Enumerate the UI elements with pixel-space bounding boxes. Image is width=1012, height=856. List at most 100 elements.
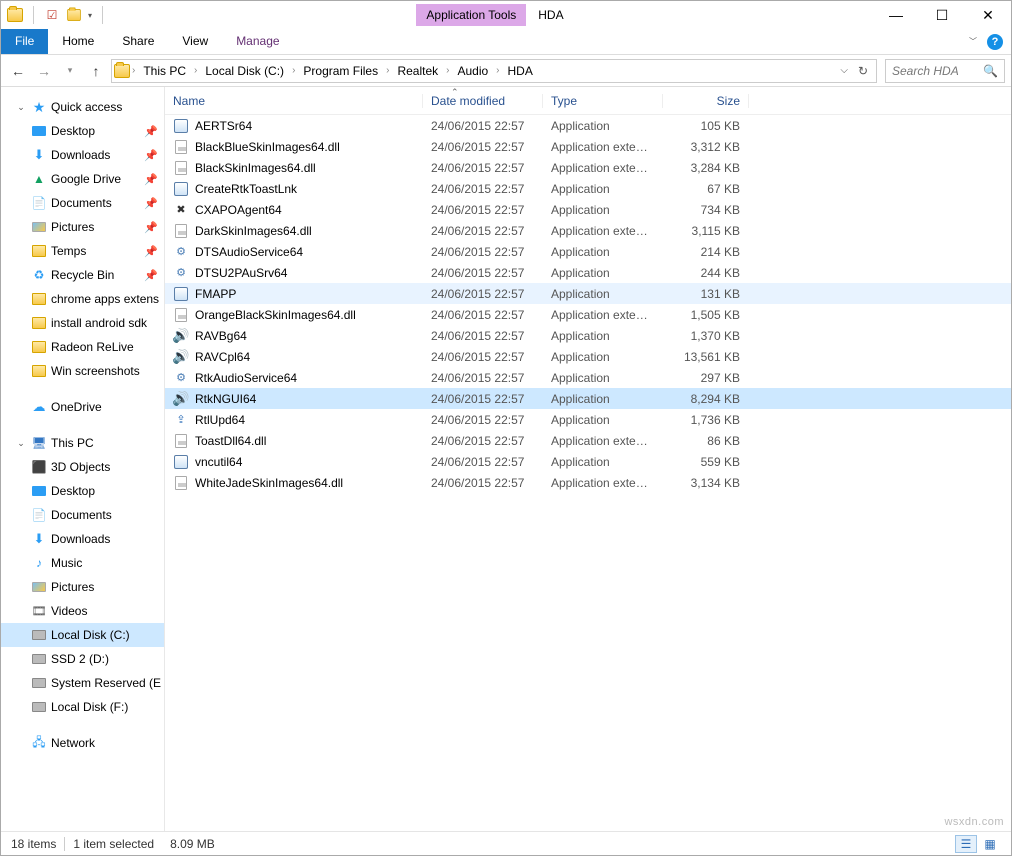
- column-type[interactable]: Type: [543, 94, 663, 108]
- tree-network[interactable]: 🖧 Network: [1, 731, 164, 755]
- column-size[interactable]: Size: [663, 94, 749, 108]
- sidebar-item[interactable]: Temps📌: [1, 239, 164, 263]
- file-list[interactable]: Name ⌃ Date modified Type Size AERTSr642…: [165, 87, 1011, 831]
- file-row[interactable]: FMAPP24/06/2015 22:57Application131 KB: [165, 283, 1011, 304]
- file-row[interactable]: vncutil6424/06/2015 22:57Application559 …: [165, 451, 1011, 472]
- tree-onedrive[interactable]: ☁ OneDrive: [1, 395, 164, 419]
- service-icon: ⚙: [173, 370, 189, 386]
- file-row[interactable]: 🔊RAVCpl6424/06/2015 22:57Application13,5…: [165, 346, 1011, 367]
- file-row[interactable]: ✖CXAPOAgent6424/06/2015 22:57Application…: [165, 199, 1011, 220]
- tab-file[interactable]: File: [1, 29, 48, 54]
- file-size: 297 KB: [663, 371, 749, 385]
- breadcrumb[interactable]: › This PC › Local Disk (C:) › Program Fi…: [111, 59, 877, 83]
- sidebar-item[interactable]: SSD 2 (D:): [1, 647, 164, 671]
- breadcrumb-root-icon[interactable]: [114, 63, 130, 79]
- sidebar-item[interactable]: chrome apps extens: [1, 287, 164, 311]
- refresh-icon[interactable]: ↻: [854, 64, 872, 78]
- view-large-icons-button[interactable]: ▦: [979, 835, 1001, 853]
- back-button[interactable]: ←: [7, 60, 29, 82]
- chevron-right-icon[interactable]: ›: [130, 65, 137, 76]
- chevron-right-icon[interactable]: ›: [384, 65, 391, 76]
- file-row[interactable]: ToastDll64.dll24/06/2015 22:57Applicatio…: [165, 430, 1011, 451]
- file-name: WhiteJadeSkinImages64.dll: [195, 476, 343, 490]
- tree-label: SSD 2 (D:): [51, 652, 109, 666]
- file-row[interactable]: BlackSkinImages64.dll24/06/2015 22:57App…: [165, 157, 1011, 178]
- file-size: 244 KB: [663, 266, 749, 280]
- tab-share[interactable]: Share: [108, 29, 168, 54]
- chevron-down-icon[interactable]: ⌄: [15, 102, 27, 113]
- sidebar-item[interactable]: ⬇Downloads📌: [1, 143, 164, 167]
- chevron-right-icon[interactable]: ›: [290, 65, 297, 76]
- sidebar-item[interactable]: Desktop📌: [1, 119, 164, 143]
- tree-this-pc[interactable]: ⌄ 🖥 This PC: [1, 431, 164, 455]
- file-row[interactable]: WhiteJadeSkinImages64.dll24/06/2015 22:5…: [165, 472, 1011, 493]
- column-date[interactable]: Date modified: [423, 94, 543, 108]
- file-row[interactable]: 🔊RAVBg6424/06/2015 22:57Application1,370…: [165, 325, 1011, 346]
- file-row[interactable]: ⚙DTSAudioService6424/06/2015 22:57Applic…: [165, 241, 1011, 262]
- chevron-down-icon[interactable]: ⌄: [15, 438, 27, 449]
- sidebar-item[interactable]: 🎞Videos: [1, 599, 164, 623]
- search-input[interactable]: Search HDA 🔍: [885, 59, 1005, 83]
- column-name[interactable]: Name: [165, 94, 423, 108]
- chevron-right-icon[interactable]: ›: [494, 65, 501, 76]
- breadcrumb-item[interactable]: Local Disk (C:): [199, 64, 290, 78]
- breadcrumb-item[interactable]: Realtek: [391, 64, 444, 78]
- star-icon: ★: [31, 99, 47, 115]
- file-date: 24/06/2015 22:57: [423, 245, 543, 259]
- breadcrumb-item[interactable]: Program Files: [297, 64, 384, 78]
- forward-button[interactable]: →: [33, 60, 55, 82]
- file-row[interactable]: AERTSr6424/06/2015 22:57Application105 K…: [165, 115, 1011, 136]
- file-row[interactable]: ⚙DTSU2PAuSrv6424/06/2015 22:57Applicatio…: [165, 262, 1011, 283]
- breadcrumb-item[interactable]: Audio: [451, 64, 494, 78]
- sidebar-item[interactable]: ⬇Downloads: [1, 527, 164, 551]
- sidebar-item[interactable]: ♪Music: [1, 551, 164, 575]
- recent-locations-icon[interactable]: ▾: [59, 60, 81, 82]
- breadcrumb-item[interactable]: This PC: [137, 64, 192, 78]
- file-row[interactable]: 🔊RtkNGUI6424/06/2015 22:57Application8,2…: [165, 388, 1011, 409]
- file-row[interactable]: BlackBlueSkinImages64.dll24/06/2015 22:5…: [165, 136, 1011, 157]
- tab-manage[interactable]: Manage: [222, 29, 293, 54]
- qat-new-folder-icon[interactable]: [66, 7, 82, 23]
- file-row[interactable]: ⚙RtkAudioService6424/06/2015 22:57Applic…: [165, 367, 1011, 388]
- file-row[interactable]: CreateRtkToastLnk24/06/2015 22:57Applica…: [165, 178, 1011, 199]
- sidebar-item[interactable]: ♻Recycle Bin📌: [1, 263, 164, 287]
- file-date: 24/06/2015 22:57: [423, 329, 543, 343]
- context-tab-application-tools[interactable]: Application Tools: [416, 4, 526, 26]
- sidebar-item[interactable]: Local Disk (C:): [1, 623, 164, 647]
- minimize-button[interactable]: —: [873, 1, 919, 29]
- tree-quick-access[interactable]: ⌄ ★ Quick access: [1, 95, 164, 119]
- column-headers[interactable]: Name ⌃ Date modified Type Size: [165, 87, 1011, 115]
- file-row[interactable]: ⇪RtlUpd6424/06/2015 22:57Application1,73…: [165, 409, 1011, 430]
- ribbon-expand-icon[interactable]: ﹀: [969, 36, 977, 47]
- sidebar-item[interactable]: install android sdk: [1, 311, 164, 335]
- sidebar-item[interactable]: Radeon ReLive: [1, 335, 164, 359]
- maximize-button[interactable]: ☐: [919, 1, 965, 29]
- tab-home[interactable]: Home: [48, 29, 108, 54]
- file-type: Application: [543, 329, 663, 343]
- sidebar-item[interactable]: Desktop: [1, 479, 164, 503]
- file-row[interactable]: DarkSkinImages64.dll24/06/2015 22:57Appl…: [165, 220, 1011, 241]
- sidebar-item[interactable]: 📄Documents: [1, 503, 164, 527]
- address-drop-icon[interactable]: ⌵: [836, 65, 852, 76]
- pin-icon: 📌: [144, 245, 158, 258]
- chevron-right-icon[interactable]: ›: [444, 65, 451, 76]
- navigation-pane[interactable]: ⌄ ★ Quick access Desktop📌⬇Downloads📌▲Goo…: [1, 87, 165, 831]
- help-icon[interactable]: ?: [987, 34, 1003, 50]
- up-button[interactable]: ↑: [85, 60, 107, 82]
- sidebar-item[interactable]: Local Disk (F:): [1, 695, 164, 719]
- sidebar-item[interactable]: ▲Google Drive📌: [1, 167, 164, 191]
- sidebar-item[interactable]: 📄Documents📌: [1, 191, 164, 215]
- sidebar-item[interactable]: System Reserved (E: [1, 671, 164, 695]
- chevron-right-icon[interactable]: ›: [192, 65, 199, 76]
- sidebar-item[interactable]: Pictures📌: [1, 215, 164, 239]
- sidebar-item[interactable]: Win screenshots: [1, 359, 164, 383]
- view-details-button[interactable]: ☰: [955, 835, 977, 853]
- close-button[interactable]: ✕: [965, 1, 1011, 29]
- tab-view[interactable]: View: [168, 29, 222, 54]
- breadcrumb-item[interactable]: HDA: [502, 64, 539, 78]
- sidebar-item[interactable]: ⬛3D Objects: [1, 455, 164, 479]
- sidebar-item[interactable]: Pictures: [1, 575, 164, 599]
- qat-properties-icon[interactable]: ☑: [44, 7, 60, 23]
- file-row[interactable]: OrangeBlackSkinImages64.dll24/06/2015 22…: [165, 304, 1011, 325]
- qat-customize-icon[interactable]: ▾: [88, 11, 92, 20]
